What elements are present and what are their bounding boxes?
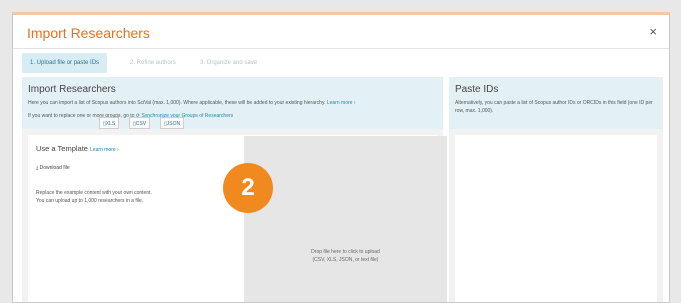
step-upload[interactable]: 1. Upload file or paste IDs xyxy=(22,53,108,73)
json-label: JSON xyxy=(166,121,181,127)
paste-heading: Paste IDs xyxy=(455,84,499,95)
step-indicator: 1. Upload file or paste IDs 2. Refine au… xyxy=(22,53,662,73)
download-file-label: ⤓ Download file xyxy=(36,164,70,172)
import-description: Here you can import a list of Scopus aut… xyxy=(28,99,443,107)
template-note-2: You can upload up to 1,000 researchers i… xyxy=(36,198,144,204)
paste-ids-textarea[interactable] xyxy=(455,135,657,302)
step-callout-badge: 2 xyxy=(223,163,273,213)
xls-label: XLS xyxy=(105,121,116,127)
csv-label: CSV xyxy=(135,121,147,127)
import-info-box: Import Researchers Here you can import a… xyxy=(22,77,443,129)
step-refine[interactable]: 2. Refine authors xyxy=(122,53,184,73)
download-csv-button[interactable]: ▯CSV xyxy=(129,117,151,129)
import-researchers-dialog: Import Researchers × 1. Upload file or p… xyxy=(12,12,670,303)
template-learn-more-link[interactable]: Learn more › xyxy=(90,147,119,153)
download-json-button[interactable]: ▯JSON xyxy=(160,117,185,129)
header-divider xyxy=(13,48,669,49)
dropzone-text: Drop file here to click to upload (CSV, … xyxy=(244,248,447,264)
template-note-1: Replace the example content with your ow… xyxy=(36,190,152,196)
step-organize[interactable]: 3. Organize and save xyxy=(192,53,265,73)
sync-groups-link[interactable]: Synchronize your Groups of Researchers xyxy=(141,113,233,119)
download-label-text: Download file xyxy=(39,165,70,171)
download-xls-button[interactable]: ▯XLS xyxy=(99,117,120,129)
import-heading: Import Researchers xyxy=(28,84,116,95)
file-dropzone[interactable]: Drop file here to click to upload (CSV, … xyxy=(244,136,447,302)
paste-description: Alternatively, you can paste a list of S… xyxy=(455,100,653,114)
download-icon: ⤓ xyxy=(36,165,39,171)
close-icon[interactable]: × xyxy=(649,25,657,39)
import-sync-row: If you want to replace one or more group… xyxy=(28,112,443,120)
dropzone-line-1: Drop file here to click to upload xyxy=(311,249,380,255)
template-heading: Use a Template Learn more › xyxy=(36,144,119,153)
import-desc-text: Here you can import a list of Scopus aut… xyxy=(28,100,326,106)
dialog-title: Import Researchers xyxy=(27,25,150,41)
paste-info-box: Paste IDs Alternatively, you can paste a… xyxy=(449,77,663,129)
dropzone-line-2: (CSV, XLS, JSON, or text file) xyxy=(312,257,379,263)
import-learn-more-link[interactable]: Learn more › xyxy=(327,100,356,106)
template-heading-text: Use a Template xyxy=(36,144,88,153)
paste-ids-panel: Paste IDs Alternatively, you can paste a… xyxy=(449,77,663,302)
